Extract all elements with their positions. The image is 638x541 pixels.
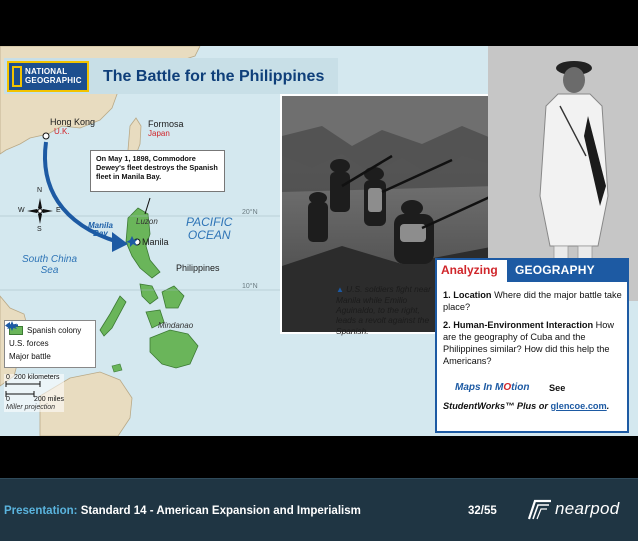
label-formosa: Formosa [148, 119, 184, 129]
label-uk: U.K. [54, 127, 70, 136]
question-2-title: Human-Environment Interaction [453, 320, 594, 330]
scale-mi-label: 200 miles [34, 396, 64, 403]
geography-label: GEOGRAPHY [515, 263, 595, 277]
map-scale: 0 200 kilometers 0 200 miles Miller proj… [4, 374, 96, 412]
screen: NATIONAL GEOGRAPHIC The Battle for the P… [0, 0, 638, 541]
nearpod-wordmark: nearpod [555, 499, 620, 518]
analyzing-label: Analyzing [441, 263, 498, 277]
nearpod-logo-icon [527, 499, 551, 520]
label-philippines: Philippines [176, 263, 220, 273]
studentworks-period: . [606, 401, 610, 411]
scale-km-zero: 0 [6, 374, 10, 381]
studentworks-line: StudentWorks™ Plus or glencoe.com. [443, 401, 609, 411]
analyzing-geography-box: Analyzing GEOGRAPHY 1. Location Where di… [435, 258, 629, 433]
presentation-label: Presentation: [4, 505, 78, 517]
legend-label: U.S. forces [9, 339, 49, 348]
question-2-number: 2. [443, 320, 451, 330]
label-japan: Japan [148, 129, 170, 138]
label-hong-kong: Hong Kong [50, 117, 96, 127]
page-counter: 32/55 [468, 505, 497, 517]
map-title: The Battle for the Philippines [103, 68, 325, 85]
scale-mi-zero: 0 [6, 396, 10, 403]
maps-in-motion-logo: Maps In MOtion [455, 382, 529, 393]
caption-triangle-icon: ▲ [336, 285, 347, 294]
mim-part-c: tion [511, 382, 530, 393]
logo-line-2: GEOGRAPHIC [25, 75, 82, 85]
legend-item: U.S. forces [5, 322, 91, 350]
label-manila-bay: Manila Bay [88, 221, 113, 238]
glencoe-link[interactable]: glencoe.com [551, 401, 607, 411]
question-1-number: 1. [443, 290, 451, 300]
legend-item: Major battle [7, 321, 91, 363]
legend-label: Spanish colony [27, 326, 82, 335]
caption-text: U.S. soldiers fight near Manila while Em… [336, 284, 431, 336]
legend-label: Major battle [9, 352, 51, 361]
label-pacific-ocean: PACIFIC OCEAN [186, 215, 233, 242]
nearpod-logo: nearpod [525, 497, 633, 523]
scale-projection: Miller projection [6, 404, 56, 411]
latitude-20n: 20°N [242, 209, 258, 216]
question-2: 2. Human-Environment Interaction How are… [443, 319, 629, 368]
compass-e: E [56, 207, 61, 214]
label-manila: Manila [142, 237, 169, 247]
presentation-title: Presentation: Standard 14 - American Exp… [4, 505, 361, 517]
compass-w: W [18, 207, 25, 214]
mim-part-b: O [503, 382, 512, 393]
legend-item: Spanish colony [9, 324, 91, 337]
map-callout: On May 1, 1898, Commodore Dewey's fleet … [90, 150, 225, 192]
footer-divider [0, 478, 638, 479]
see-label: See [549, 383, 566, 393]
label-luzon: Luzon [136, 217, 158, 226]
compass-n: N [37, 187, 43, 194]
studentworks-text: StudentWorks™ Plus or [443, 401, 551, 411]
battle-star-icon [7, 321, 17, 331]
question-1-title: Location [453, 290, 492, 300]
national-geographic-logo: NATIONAL GEOGRAPHIC [7, 61, 89, 92]
compass-s: S [37, 226, 42, 233]
map-legend: Spanish colony U.S. forces Major battle [4, 320, 96, 368]
presentation-name: Standard 14 - American Expansion and Imp… [80, 505, 361, 517]
slide: NATIONAL GEOGRAPHIC The Battle for the P… [0, 46, 638, 436]
latitude-10n: 10°N [242, 283, 258, 290]
label-south-china-sea: South China Sea [22, 254, 78, 276]
label-mindanao: Mindanao [158, 321, 194, 330]
mim-part-a: Maps In M [455, 382, 504, 393]
question-1: 1. Location Where did the major battle t… [443, 289, 629, 313]
photo-caption: ▲ U.S. soldiers fight near Manila while … [336, 284, 432, 336]
scale-km-label: 200 kilometers [14, 374, 60, 381]
